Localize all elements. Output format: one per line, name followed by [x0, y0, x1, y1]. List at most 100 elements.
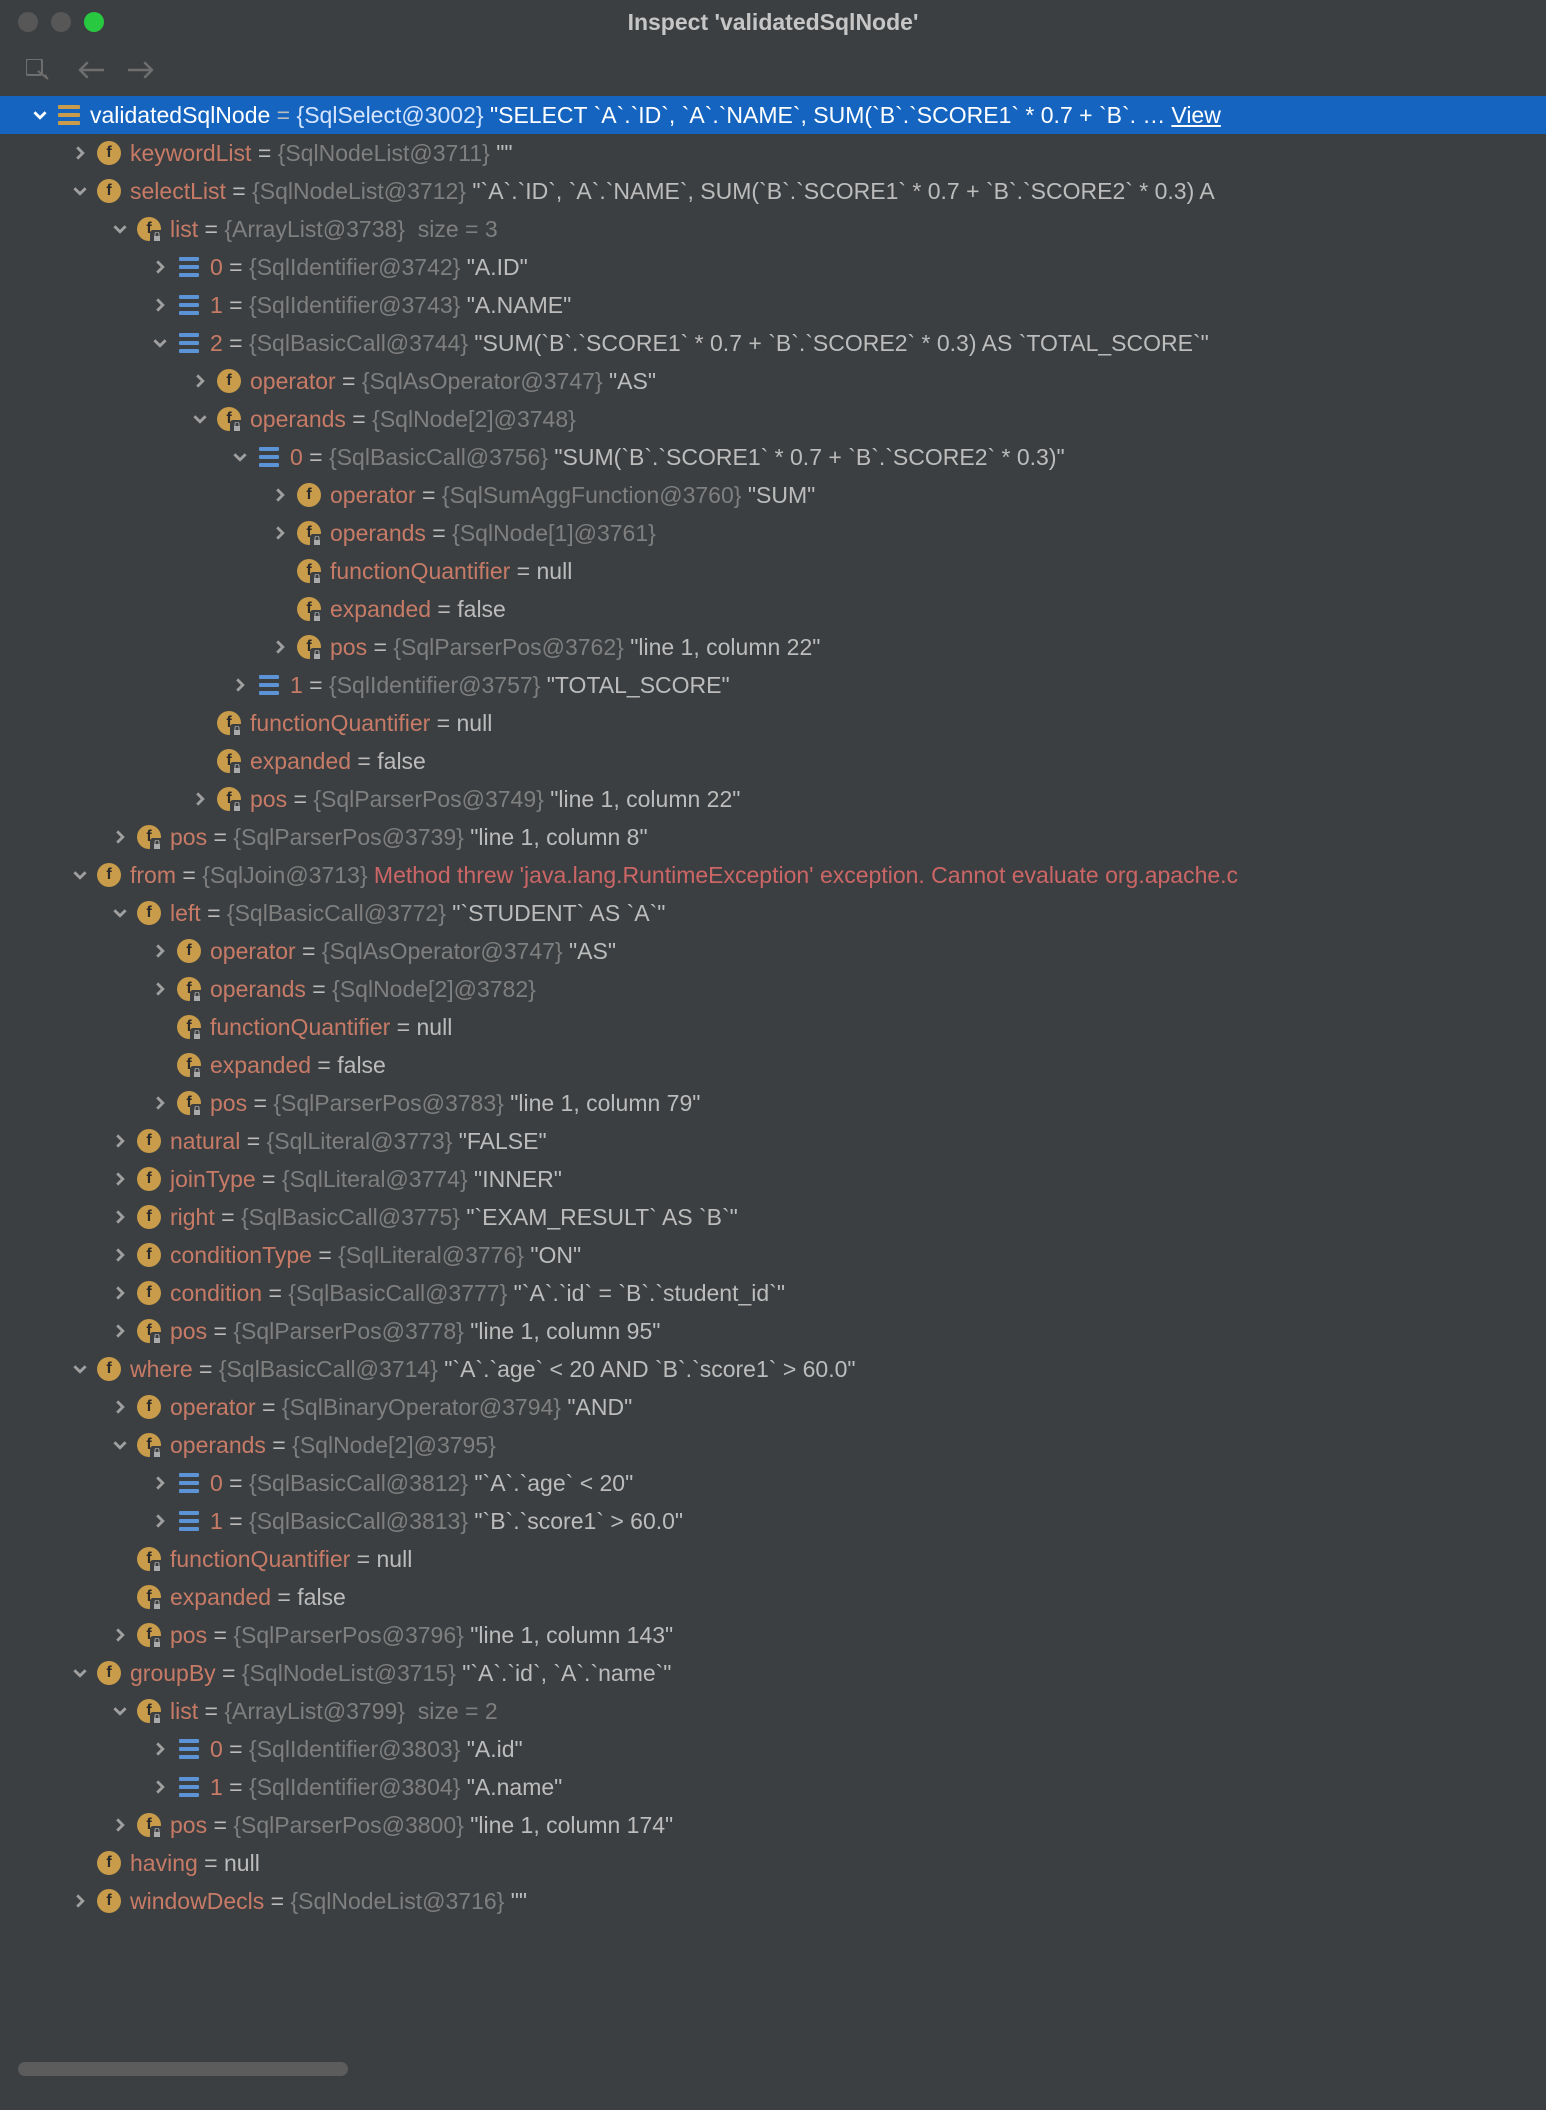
- tree-row[interactable]: f pos = {SqlParserPos@3749} "line 1, col…: [0, 780, 1546, 818]
- tree-row[interactable]: f pos = {SqlParserPos@3783} "line 1, col…: [0, 1084, 1546, 1122]
- tree-row[interactable]: 1 = {SqlIdentifier@3743} "A.NAME": [0, 286, 1546, 324]
- tree-row[interactable]: f pos = {SqlParserPos@3762} "line 1, col…: [0, 628, 1546, 666]
- chevron-right-icon[interactable]: [110, 1169, 130, 1189]
- chevron-right-icon[interactable]: [150, 1093, 170, 1113]
- field-icon: f: [136, 1318, 162, 1344]
- tree-row[interactable]: f functionQuantifier = null: [0, 1540, 1546, 1578]
- chevron-right-icon[interactable]: [150, 257, 170, 277]
- tree-row[interactable]: f pos = {SqlParserPos@3778} "line 1, col…: [0, 1312, 1546, 1350]
- tree-row[interactable]: f left = {SqlBasicCall@3772} "`STUDENT` …: [0, 894, 1546, 932]
- tree-row[interactable]: 0 = {SqlBasicCall@3756} "SUM(`B`.`SCORE1…: [0, 438, 1546, 476]
- tree-row[interactable]: f conditionType = {SqlLiteral@3776} "ON": [0, 1236, 1546, 1274]
- chevron-right-icon[interactable]: [230, 675, 250, 695]
- horizontal-scrollbar[interactable]: [18, 2062, 348, 2076]
- tree-row[interactable]: f list = {ArrayList@3799} size = 2: [0, 1692, 1546, 1730]
- tree-row[interactable]: f selectList = {SqlNodeList@3712} "`A`.`…: [0, 172, 1546, 210]
- chevron-right-icon[interactable]: [270, 637, 290, 657]
- tree-row[interactable]: f from = {SqlJoin@3713} Method threw 'ja…: [0, 856, 1546, 894]
- tree-row[interactable]: f operands = {SqlNode[1]@3761}: [0, 514, 1546, 552]
- object-tree[interactable]: validatedSqlNode = {SqlSelect@3002} "SEL…: [0, 96, 1546, 2090]
- tree-row[interactable]: f expanded = false: [0, 742, 1546, 780]
- chevron-right-icon[interactable]: [150, 1473, 170, 1493]
- index-icon: [176, 254, 202, 280]
- chevron-right-icon[interactable]: [270, 485, 290, 505]
- tree-row[interactable]: f functionQuantifier = null: [0, 704, 1546, 742]
- chevron-right-icon[interactable]: [150, 295, 170, 315]
- tree-row[interactable]: f list = {ArrayList@3738} size = 3: [0, 210, 1546, 248]
- tree-row[interactable]: f keywordList = {SqlNodeList@3711} "": [0, 134, 1546, 172]
- tree-row[interactable]: f joinType = {SqlLiteral@3774} "INNER": [0, 1160, 1546, 1198]
- tree-row[interactable]: f operands = {SqlNode[2]@3748}: [0, 400, 1546, 438]
- tree-row[interactable]: 0 = {SqlBasicCall@3812} "`A`.`age` < 20": [0, 1464, 1546, 1502]
- chevron-right-icon[interactable]: [150, 1777, 170, 1797]
- tree-row[interactable]: f operands = {SqlNode[2]@3795}: [0, 1426, 1546, 1464]
- chevron-right-icon[interactable]: [150, 1511, 170, 1531]
- tree-row[interactable]: f expanded = false: [0, 1046, 1546, 1084]
- tree-row[interactable]: f right = {SqlBasicCall@3775} "`EXAM_RES…: [0, 1198, 1546, 1236]
- chevron-right-icon[interactable]: [150, 1739, 170, 1759]
- chevron-down-icon[interactable]: [110, 219, 130, 239]
- chevron-down-icon[interactable]: [190, 409, 210, 429]
- tree-row[interactable]: f natural = {SqlLiteral@3773} "FALSE": [0, 1122, 1546, 1160]
- tree-row[interactable]: f windowDecls = {SqlNodeList@3716} "": [0, 1882, 1546, 1920]
- tree-row[interactable]: f operator = {SqlAsOperator@3747} "AS": [0, 362, 1546, 400]
- chevron-down-icon[interactable]: [30, 105, 50, 125]
- chevron-right-icon[interactable]: [110, 1815, 130, 1835]
- chevron-right-icon[interactable]: [110, 1283, 130, 1303]
- tree-row[interactable]: f operator = {SqlAsOperator@3747} "AS": [0, 932, 1546, 970]
- lock-icon: [310, 534, 324, 548]
- tree-row[interactable]: f expanded = false: [0, 590, 1546, 628]
- tree-row[interactable]: 1 = {SqlIdentifier@3757} "TOTAL_SCORE": [0, 666, 1546, 704]
- chevron-down-icon[interactable]: [70, 865, 90, 885]
- index-icon: [176, 1736, 202, 1762]
- lock-icon: [230, 762, 244, 776]
- tree-row[interactable]: f condition = {SqlBasicCall@3777} "`A`.`…: [0, 1274, 1546, 1312]
- no-expand-icon: [190, 751, 210, 771]
- tree-row[interactable]: 0 = {SqlIdentifier@3742} "A.ID": [0, 248, 1546, 286]
- chevron-right-icon[interactable]: [110, 1207, 130, 1227]
- tree-row[interactable]: 1 = {SqlIdentifier@3804} "A.name": [0, 1768, 1546, 1806]
- chevron-right-icon[interactable]: [110, 1131, 130, 1151]
- chevron-right-icon[interactable]: [110, 827, 130, 847]
- tree-row[interactable]: f operator = {SqlBinaryOperator@3794} "A…: [0, 1388, 1546, 1426]
- chevron-right-icon[interactable]: [70, 1891, 90, 1911]
- tree-row[interactable]: 0 = {SqlIdentifier@3803} "A.id": [0, 1730, 1546, 1768]
- tree-row[interactable]: 1 = {SqlBasicCall@3813} "`B`.`score1` > …: [0, 1502, 1546, 1540]
- tree-row[interactable]: f functionQuantifier = null: [0, 1008, 1546, 1046]
- chevron-down-icon[interactable]: [70, 181, 90, 201]
- tree-row[interactable]: f groupBy = {SqlNodeList@3715} "`A`.`id`…: [0, 1654, 1546, 1692]
- back-icon[interactable]: [76, 60, 104, 80]
- chevron-right-icon[interactable]: [190, 789, 210, 809]
- tree-row[interactable]: 2 = {SqlBasicCall@3744} "SUM(`B`.`SCORE1…: [0, 324, 1546, 362]
- chevron-down-icon[interactable]: [110, 1435, 130, 1455]
- chevron-right-icon[interactable]: [270, 523, 290, 543]
- chevron-right-icon[interactable]: [110, 1397, 130, 1417]
- chevron-right-icon[interactable]: [110, 1625, 130, 1645]
- tree-row[interactable]: f operator = {SqlSumAggFunction@3760} "S…: [0, 476, 1546, 514]
- tree-row[interactable]: f functionQuantifier = null: [0, 552, 1546, 590]
- chevron-down-icon[interactable]: [70, 1359, 90, 1379]
- chevron-right-icon[interactable]: [110, 1321, 130, 1341]
- no-expand-icon: [110, 1587, 130, 1607]
- chevron-down-icon[interactable]: [70, 1663, 90, 1683]
- tree-row[interactable]: f operands = {SqlNode[2]@3782}: [0, 970, 1546, 1008]
- tree-row-root[interactable]: validatedSqlNode = {SqlSelect@3002} "SEL…: [0, 96, 1546, 134]
- chevron-down-icon[interactable]: [230, 447, 250, 467]
- tree-row[interactable]: f pos = {SqlParserPos@3796} "line 1, col…: [0, 1616, 1546, 1654]
- chevron-right-icon[interactable]: [190, 371, 210, 391]
- chevron-right-icon[interactable]: [70, 143, 90, 163]
- tree-row[interactable]: f expanded = false: [0, 1578, 1546, 1616]
- chevron-right-icon[interactable]: [150, 979, 170, 999]
- tree-row[interactable]: f where = {SqlBasicCall@3714} "`A`.`age`…: [0, 1350, 1546, 1388]
- chevron-down-icon[interactable]: [110, 903, 130, 923]
- tree-row[interactable]: f pos = {SqlParserPos@3739} "line 1, col…: [0, 818, 1546, 856]
- tree-row[interactable]: f pos = {SqlParserPos@3800} "line 1, col…: [0, 1806, 1546, 1844]
- chevron-right-icon[interactable]: [110, 1245, 130, 1265]
- chevron-down-icon[interactable]: [150, 333, 170, 353]
- chevron-down-icon[interactable]: [110, 1701, 130, 1721]
- view-link[interactable]: View: [1171, 102, 1220, 129]
- forward-icon[interactable]: [128, 60, 156, 80]
- evaluate-expression-icon[interactable]: [26, 59, 52, 81]
- tree-row[interactable]: f having = null: [0, 1844, 1546, 1882]
- chevron-right-icon[interactable]: [150, 941, 170, 961]
